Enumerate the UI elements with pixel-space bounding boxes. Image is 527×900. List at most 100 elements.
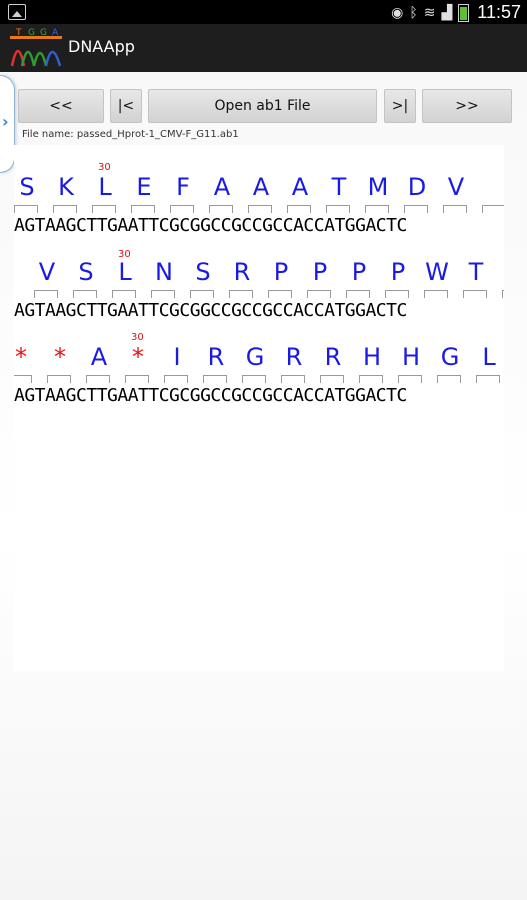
image-icon xyxy=(8,4,26,20)
codon-bracket xyxy=(73,290,97,298)
amino-acid[interactable]: P xyxy=(383,257,413,287)
amino-acid[interactable]: T xyxy=(324,172,354,202)
dna-sequence-row: AGTAAGCTTGAATTCGCGGCCGCCGCCACCATGGACTC xyxy=(14,215,407,236)
codon-bracket xyxy=(482,205,504,213)
amino-acid[interactable]: S xyxy=(71,257,101,287)
amino-acid[interactable]: S xyxy=(14,172,42,202)
codon-bracket xyxy=(242,375,266,383)
position-marker: 30 xyxy=(131,332,144,343)
codon-bracket xyxy=(86,375,110,383)
codon-bracket xyxy=(14,375,32,383)
amino-acid[interactable]: E xyxy=(129,172,159,202)
amino-acid[interactable]: D xyxy=(402,172,432,202)
codon-bracket xyxy=(209,205,233,213)
codon-bracket xyxy=(281,375,305,383)
codon-bracket xyxy=(203,375,227,383)
amino-acid[interactable]: A xyxy=(285,172,315,202)
svg-text:T: T xyxy=(15,28,22,38)
amino-acid[interactable]: I xyxy=(162,342,192,372)
sequence-viewer[interactable]: S K L E F A A A T M D V 30 AGTAAGCTTGAATTCGCGGCCGCCGC… xyxy=(14,145,504,671)
codon-bracket xyxy=(437,375,461,383)
bluetooth-icon: ᛒ xyxy=(409,4,418,21)
amino-acid[interactable]: T xyxy=(461,257,491,287)
amino-acid[interactable]: F xyxy=(168,172,198,202)
position-marker: 30 xyxy=(98,162,111,173)
navigation-toolbar: << |< Open ab1 File >| >> xyxy=(18,89,512,123)
amino-acid[interactable]: H xyxy=(357,342,387,372)
codon-bracket xyxy=(151,290,175,298)
codon-bracket xyxy=(112,290,136,298)
chevron-right-icon: › xyxy=(2,112,9,131)
eye-icon: ◉ xyxy=(391,4,404,21)
drawer-handle[interactable]: › xyxy=(0,75,15,173)
amino-acid[interactable]: K xyxy=(51,172,81,202)
amino-acid[interactable]: M xyxy=(363,172,393,202)
codon-bracket xyxy=(443,205,467,213)
amino-acid[interactable]: W xyxy=(422,257,452,287)
amino-acid[interactable]: * xyxy=(14,342,36,372)
dna-sequence-row: AGTAAGCTTGAATTCGCGGCCGCCGCCACCATGGACTC xyxy=(14,300,407,321)
next-button[interactable]: >| xyxy=(384,89,416,123)
codon-bracket xyxy=(476,375,500,383)
codon-bracket xyxy=(320,375,344,383)
codon-bracket xyxy=(229,290,253,298)
translation-frame-2: V S L N S R P P P P W T 30 xyxy=(14,249,504,287)
open-ab1-file-button[interactable]: Open ab1 File xyxy=(148,89,377,123)
codon-bracket xyxy=(131,205,155,213)
amino-acid[interactable]: V xyxy=(441,172,471,202)
status-icons: ◉ ᛒ ≋ ▟ 11:57 xyxy=(391,2,521,23)
previous-button[interactable]: |< xyxy=(110,89,142,123)
codon-bracket xyxy=(190,290,214,298)
codon-bracket xyxy=(424,290,448,298)
codon-bracket xyxy=(125,375,149,383)
amino-acid[interactable]: P xyxy=(305,257,335,287)
amino-acid[interactable]: N xyxy=(149,257,179,287)
codon-bracket xyxy=(502,290,504,298)
svg-text:G: G xyxy=(40,28,47,38)
amino-acid[interactable]: L xyxy=(90,172,120,202)
amino-acid[interactable]: A xyxy=(84,342,114,372)
amino-acid[interactable]: P xyxy=(266,257,296,287)
last-button[interactable]: >> xyxy=(422,89,512,123)
codon-bracket xyxy=(14,205,38,213)
first-button[interactable]: << xyxy=(18,89,104,123)
amino-acid[interactable]: V xyxy=(32,257,62,287)
amino-acid[interactable]: R xyxy=(227,257,257,287)
amino-acid[interactable]: G xyxy=(240,342,270,372)
status-bar: ◉ ᛒ ≋ ▟ 11:57 xyxy=(0,0,527,24)
svg-text:A: A xyxy=(52,28,59,38)
codon-bracket xyxy=(346,290,370,298)
battery-icon xyxy=(458,3,470,22)
amino-acid[interactable]: L xyxy=(474,342,504,372)
signal-icon: ▟ xyxy=(441,4,453,21)
codon-bracket xyxy=(53,205,77,213)
codon-bracket xyxy=(385,290,409,298)
position-marker: 30 xyxy=(118,249,131,260)
codon-bracket xyxy=(34,290,58,298)
file-name-label: File name: passed_Hprot-1_CMV-F_G11.ab1 xyxy=(22,129,239,140)
amino-acid[interactable]: * xyxy=(123,342,153,372)
codon-bracket xyxy=(92,205,116,213)
amino-acid[interactable]: * xyxy=(45,342,75,372)
amino-acid[interactable]: A xyxy=(207,172,237,202)
amino-acid[interactable]: R xyxy=(318,342,348,372)
translation-frame-3: * * A * I R G R R H H G L 30 xyxy=(14,332,504,372)
amino-acid[interactable]: P xyxy=(344,257,374,287)
codon-bracket xyxy=(47,375,71,383)
amino-acid[interactable]: R xyxy=(279,342,309,372)
amino-acid[interactable]: S xyxy=(188,257,218,287)
amino-acid[interactable]: A xyxy=(246,172,276,202)
app-logo-icon[interactable]: T G G A xyxy=(10,26,62,68)
clock: 11:57 xyxy=(477,2,521,22)
amino-acid[interactable]: R xyxy=(201,342,231,372)
wifi-icon: ≋ xyxy=(423,4,436,21)
amino-acid[interactable]: H xyxy=(396,342,426,372)
codon-bracket xyxy=(268,290,292,298)
codon-bracket xyxy=(164,375,188,383)
codon-bracket xyxy=(404,205,428,213)
amino-acid[interactable]: G xyxy=(435,342,465,372)
codon-bracket xyxy=(398,375,422,383)
amino-acid[interactable]: L xyxy=(110,257,140,287)
codon-bracket xyxy=(287,205,311,213)
codon-bracket xyxy=(248,205,272,213)
